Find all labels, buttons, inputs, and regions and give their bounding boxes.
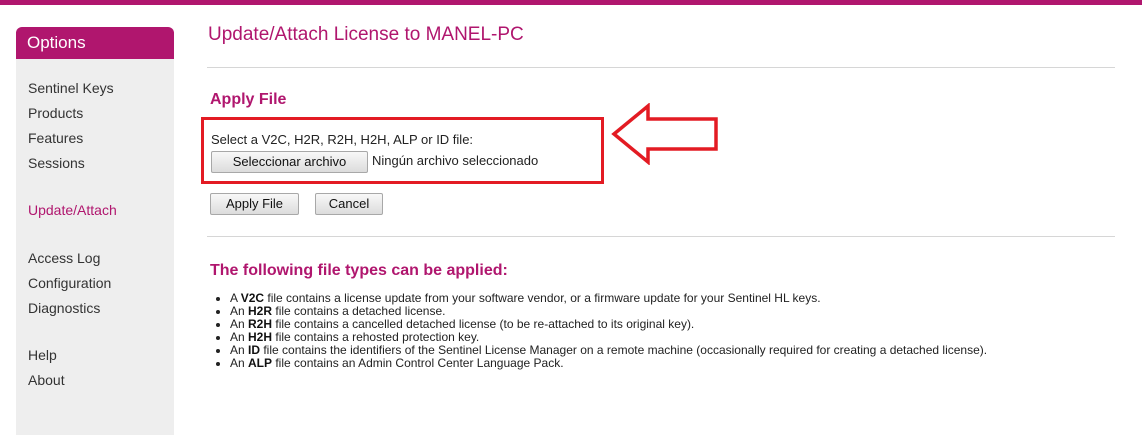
sidebar-item-access-log[interactable]: Access Log [28, 249, 100, 267]
sidebar-item-configuration[interactable]: Configuration [28, 274, 111, 292]
sidebar-item-products[interactable]: Products [28, 104, 83, 122]
sidebar-item-diagnostics[interactable]: Diagnostics [28, 299, 100, 317]
file-types-list: A V2C file contains a license update fro… [216, 292, 1120, 370]
options-sidebar: Options Sentinel Keys Products Features … [16, 27, 174, 435]
left-arrow-outline-icon [611, 103, 718, 165]
list-item: An ALP file contains an Admin Control Ce… [230, 357, 1120, 370]
cancel-button[interactable]: Cancel [315, 193, 383, 215]
sidebar-item-sentinel-keys[interactable]: Sentinel Keys [28, 79, 114, 97]
top-accent-bar [0, 0, 1142, 5]
sidebar-item-help[interactable]: Help [28, 346, 57, 364]
highlight-box [201, 117, 604, 184]
title-divider [207, 67, 1115, 68]
sidebar-item-about[interactable]: About [28, 371, 65, 389]
sidebar-item-update-attach[interactable]: Update/Attach [28, 201, 117, 219]
section-divider [207, 236, 1115, 237]
sidebar-item-features[interactable]: Features [28, 129, 83, 147]
file-types-heading: The following file types can be applied: [210, 262, 508, 279]
sidebar-item-sessions[interactable]: Sessions [28, 154, 85, 172]
sidebar-header: Options [16, 27, 174, 59]
apply-file-button[interactable]: Apply File [210, 193, 299, 215]
page-title: Update/Attach License to MANEL-PC [208, 24, 524, 45]
apply-file-heading: Apply File [210, 91, 287, 108]
